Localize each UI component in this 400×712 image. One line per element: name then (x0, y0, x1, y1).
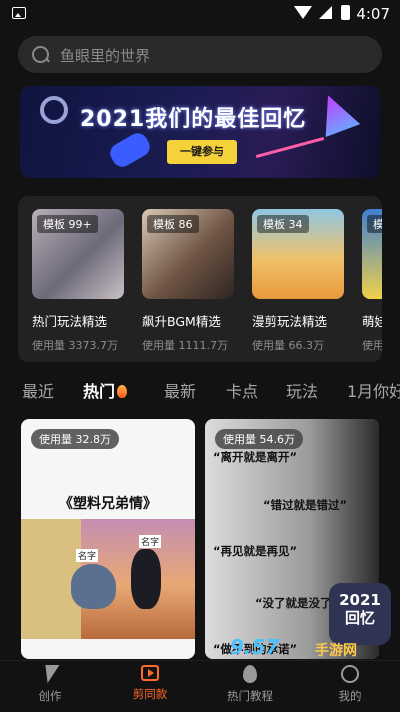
status-bar: 4:07 (0, 0, 400, 28)
template-card[interactable]: 模板 34 漫剪玩法精选 使用量 66.3万 (252, 209, 344, 353)
template-count-badge: 模板 86 (147, 215, 199, 233)
profile-icon (341, 665, 359, 683)
search-bar[interactable] (18, 36, 382, 75)
template-card[interactable]: 模板 99+ 热门玩法精选 使用量 3373.7万 (32, 209, 124, 353)
template-count-badge: 模 (367, 215, 382, 233)
template-name: 萌娃 (362, 314, 382, 329)
template-usage: 使用量 1111.7万 (142, 339, 228, 352)
template-count-badge: 模板 99+ (37, 215, 98, 233)
template-feed-card[interactable]: 使用量 32.8万 《塑料兄弟情》 名字 名字 (21, 419, 195, 659)
fire-icon (117, 385, 128, 398)
nav-create[interactable]: 创作 (0, 665, 100, 704)
template-count-badge: 模板 34 (257, 215, 309, 233)
usage-badge: 使用量 32.8万 (31, 429, 119, 449)
cartoon-thumbnail: 名字 名字 (21, 519, 195, 639)
film-reel-decoration (40, 96, 68, 124)
watermark-logo: 9.57 (230, 635, 280, 659)
image-notification-icon (12, 7, 26, 19)
lyric-line: “错过就是错过” (263, 498, 348, 512)
nav-label: 创作 (38, 689, 62, 703)
watermark-site: 手游网 (315, 643, 357, 659)
template-name: 飙升BGM精选 (142, 314, 221, 329)
nav-label: 剪同款 (132, 687, 168, 701)
card-caption: 《塑料兄弟情》 (59, 496, 157, 512)
nav-tutorials[interactable]: 热门教程 (200, 665, 300, 704)
character-label: 名字 (76, 549, 99, 562)
usage-badge: 使用量 54.6万 (215, 429, 303, 449)
thumbnail-cat-blue (71, 564, 116, 609)
rocket-decoration (106, 129, 154, 171)
flame-icon (243, 665, 257, 683)
bottom-navigation: 创作 剪同款 热门教程 我的 (0, 660, 400, 712)
lyric-line: “再见就是再见” (213, 544, 298, 558)
tab-recent[interactable]: 最近 (22, 378, 54, 402)
battery-icon (341, 5, 350, 20)
nav-label: 我的 (338, 689, 362, 703)
template-thumbnail: 模 (362, 209, 382, 299)
template-usage: 使用量 3373.7万 (32, 339, 118, 352)
template-card[interactable]: 模板 86 飙升BGM精选 使用量 1111.7万 (142, 209, 234, 353)
banner-join-button[interactable]: 一键参与 (167, 140, 237, 164)
promo-banner[interactable]: 2021我们的最佳回忆 一键参与 (20, 86, 380, 178)
character-label: 名字 (139, 535, 162, 548)
tab-hot-label: 热门 (83, 382, 116, 401)
search-input[interactable] (58, 36, 362, 75)
template-name: 漫剪玩法精选 (252, 314, 328, 329)
template-thumbnail: 模板 86 (142, 209, 234, 299)
category-tabs: 最近 热门 最新 卡点 玩法 1月你好 (0, 378, 400, 408)
search-icon (32, 46, 49, 63)
tab-newest[interactable]: 最新 (164, 378, 196, 402)
thumbnail-cat-black (131, 549, 161, 609)
template-card[interactable]: 模 萌娃 使用 (362, 209, 382, 353)
wifi-icon (294, 6, 312, 19)
template-collection-panel: 模板 99+ 热门玩法精选 使用量 3373.7万 模板 86 飙升BGM精选 … (18, 196, 382, 362)
template-name: 热门玩法精选 (32, 314, 108, 329)
light-beam-decoration (255, 136, 325, 159)
template-thumbnail: 模板 99+ (32, 209, 124, 299)
lightning-icon (40, 665, 60, 683)
clock: 4:07 (356, 5, 390, 23)
signal-icon (319, 6, 332, 19)
tab-january[interactable]: 1月你好 (347, 378, 400, 402)
sticker-label: 2021 回忆 (339, 591, 381, 627)
nav-template[interactable]: 剪同款 (100, 665, 200, 702)
nav-profile[interactable]: 我的 (300, 665, 400, 704)
tab-gameplay[interactable]: 玩法 (286, 378, 318, 402)
video-template-icon (141, 665, 159, 681)
template-usage: 使用量 66.3万 (252, 339, 324, 352)
lyric-line: “离开就是离开” (213, 450, 298, 464)
banner-title: 2021我们的最佳回忆 (80, 107, 307, 132)
template-thumbnail: 模板 34 (252, 209, 344, 299)
tab-hot[interactable]: 热门 (83, 378, 128, 402)
memory-2021-floating-button[interactable]: 2021 回忆 (329, 583, 391, 645)
lyric-line: “没了就是没了” (255, 596, 340, 610)
tab-beat-sync[interactable]: 卡点 (226, 378, 258, 402)
template-usage: 使用 (362, 339, 382, 352)
nav-label: 热门教程 (227, 689, 273, 703)
